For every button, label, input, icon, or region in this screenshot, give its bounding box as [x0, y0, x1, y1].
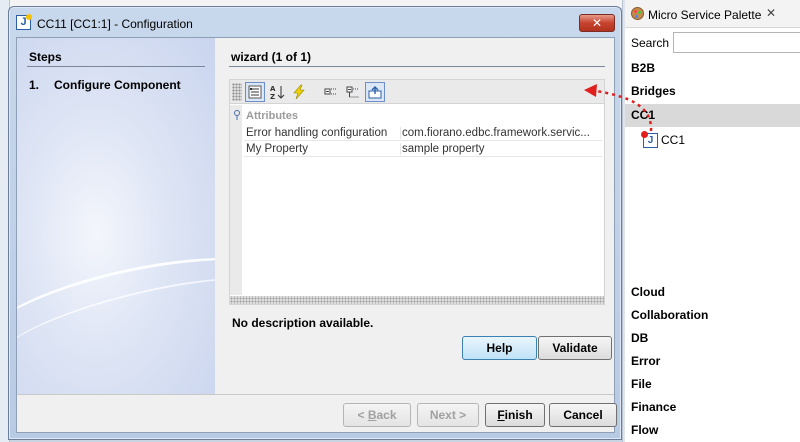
show-events-icon[interactable]	[289, 82, 309, 102]
toolbar-grip[interactable]	[232, 83, 242, 101]
cancel-button[interactable]: Cancel	[549, 403, 617, 427]
sort-alphabetical-icon[interactable]: AZ	[267, 82, 287, 102]
palette-category-cloud[interactable]: Cloud	[625, 281, 800, 304]
step-label: Configure Component	[54, 78, 181, 92]
palette-component-cc1[interactable]: J CC1	[641, 130, 686, 149]
expand-properties-icon[interactable]	[321, 82, 341, 102]
next-button[interactable]: Next >	[417, 403, 479, 427]
property-name: My Property	[246, 143, 308, 155]
palette-category-flow[interactable]: Flow	[625, 419, 800, 442]
close-button[interactable]: ✕	[579, 14, 615, 32]
micro-service-palette: Micro Service Palette ✕ Search B2B Bridg…	[625, 0, 800, 442]
property-name: Error handling configuration	[246, 127, 388, 139]
step-item: 1. Configure Component	[29, 78, 181, 92]
component-icon: J	[641, 130, 658, 148]
property-sheet: AZ Attributes Error handling configurati…	[229, 79, 605, 305]
dialog-client-area: Steps 1. Configure Component wizard (1 of…	[16, 37, 617, 433]
steps-panel: Steps 1. Configure Component	[17, 38, 215, 394]
finish-button[interactable]: Finish	[485, 403, 545, 427]
property-description: No description available.	[232, 316, 374, 330]
button-bar-divider	[17, 394, 614, 395]
category-attributes: Attributes	[246, 110, 298, 122]
search-label: Search	[631, 36, 670, 50]
wizard-divider	[229, 66, 605, 67]
palette-category-bridges[interactable]: Bridges	[625, 80, 800, 103]
back-rest: ack	[376, 408, 397, 422]
steps-title: Steps	[29, 50, 62, 64]
validate-button[interactable]: Validate	[538, 336, 612, 360]
property-value[interactable]: sample property	[400, 143, 602, 155]
palette-header: Micro Service Palette ✕	[625, 0, 800, 28]
svg-text:A: A	[270, 85, 276, 93]
back-button[interactable]: < Back	[343, 403, 411, 427]
palette-category-error[interactable]: Error	[625, 350, 800, 373]
palette-component-label: CC1	[661, 133, 686, 147]
show-description-icon[interactable]	[365, 82, 385, 102]
palette-icon	[631, 7, 644, 20]
palette-category-finance[interactable]: Finance	[625, 396, 800, 419]
svg-text:Z: Z	[270, 93, 275, 100]
pin-icon[interactable]	[233, 110, 241, 123]
property-row[interactable]: My Property sample property	[244, 142, 602, 157]
back-prefix: <	[357, 408, 368, 422]
palette-title[interactable]: Micro Service Palette	[648, 8, 761, 22]
palette-category-b2b[interactable]: B2B	[625, 57, 800, 80]
help-button[interactable]: Help	[462, 336, 537, 360]
collapse-properties-icon[interactable]	[343, 82, 363, 102]
palette-category-cc1[interactable]: CC1	[625, 104, 800, 127]
property-tree-gutter	[230, 105, 242, 295]
finish-mnemonic: F	[497, 408, 505, 422]
dialog-titlebar[interactable]: J CC11 [CC1:1] - Configuration ✕	[9, 7, 621, 37]
wizard-title: wizard (1 of 1)	[231, 50, 312, 64]
categorized-view-icon[interactable]	[245, 82, 265, 102]
property-toolbar: AZ	[230, 80, 604, 104]
splitter-handle[interactable]	[230, 296, 604, 304]
palette-category-file[interactable]: File	[625, 373, 800, 396]
property-row[interactable]: Error handling configuration com.fiorano…	[244, 126, 602, 141]
component-icon: J	[16, 14, 32, 30]
palette-close-icon[interactable]: ✕	[766, 6, 776, 20]
dialog-title: CC11 [CC1:1] - Configuration	[37, 17, 193, 31]
search-input[interactable]	[673, 32, 800, 53]
palette-category-db[interactable]: DB	[625, 327, 800, 350]
finish-rest: inish	[504, 408, 533, 422]
step-number: 1.	[29, 78, 40, 92]
configuration-dialog: J CC11 [CC1:1] - Configuration ✕ Steps 1…	[8, 6, 622, 440]
property-value[interactable]: com.fiorano.edbc.framework.servic...	[400, 127, 602, 139]
palette-category-collaboration[interactable]: Collaboration	[625, 304, 800, 327]
steps-divider	[27, 66, 205, 67]
